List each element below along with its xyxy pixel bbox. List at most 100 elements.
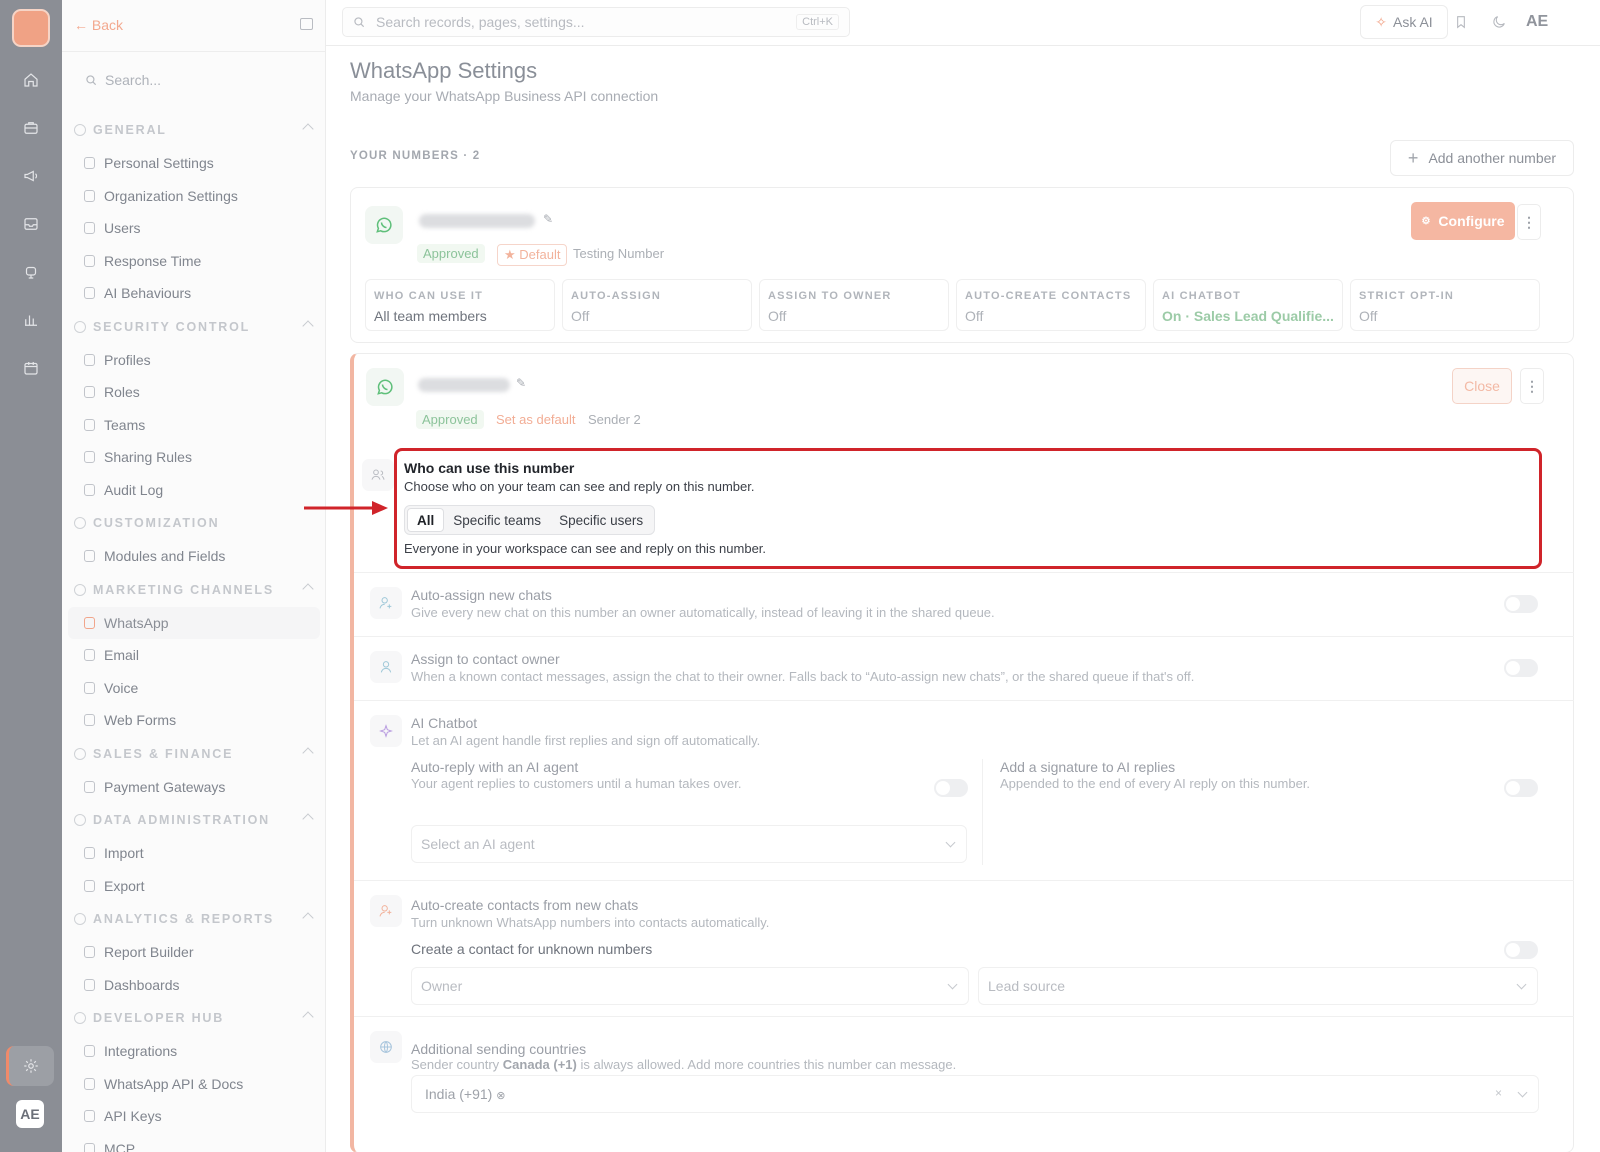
edit-pencil-icon[interactable]: ✎	[543, 212, 553, 226]
lead-source-select[interactable]: Lead source	[978, 967, 1538, 1005]
sidebar-item-voice[interactable]: Voice	[68, 672, 320, 705]
sidebar-item-mcp[interactable]: MCP	[68, 1133, 320, 1152]
back-link[interactable]: ← Back	[74, 17, 123, 33]
chevron-up-icon[interactable]	[302, 746, 314, 759]
global-search-input[interactable]: Search records, pages, settings... Ctrl+…	[342, 7, 850, 37]
sidebar-item-personal-settings[interactable]: Personal Settings	[68, 147, 320, 180]
chevron-up-icon[interactable]	[302, 1011, 314, 1023]
countries-title: Additional sending countries	[411, 1041, 587, 1057]
countries-desc: Sender country Canada (+1) is always all…	[411, 1057, 956, 1072]
configure-button[interactable]: ⚙ Configure	[1411, 202, 1515, 240]
home-icon[interactable]	[19, 68, 43, 92]
section-customization[interactable]: CUSTOMIZATION	[62, 506, 326, 540]
bookmark-icon[interactable]	[1452, 13, 1470, 31]
sidebar-item-integrations[interactable]: Integrations	[68, 1035, 320, 1068]
stat-key: STRICT OPT-IN	[1359, 290, 1455, 302]
edit-pencil-icon[interactable]: ✎	[516, 376, 526, 390]
section-icon	[74, 124, 86, 136]
sidebar-item-whatsapp[interactable]: WhatsApp	[68, 606, 320, 639]
sidebar-item-export[interactable]: Export	[68, 870, 320, 903]
sidebar-item-label: Web Forms	[104, 712, 177, 729]
access-option-all[interactable]: All	[407, 508, 445, 532]
access-option-specific-users[interactable]: Specific users	[550, 508, 652, 532]
close-button[interactable]: Close	[1452, 368, 1512, 404]
calendar-icon[interactable]	[19, 356, 43, 380]
sidebar-item-teams[interactable]: Teams	[68, 409, 320, 442]
megaphone-icon[interactable]	[19, 164, 43, 188]
section-analytics-and-reports[interactable]: ANALYTICS & REPORTS	[62, 902, 326, 936]
countries-multiselect[interactable]: India (+91) ⊗ ×	[411, 1075, 1539, 1113]
assign-owner-toggle[interactable]	[1504, 659, 1538, 677]
add-number-button[interactable]: + Add another number	[1390, 140, 1574, 176]
section-icon	[74, 1012, 86, 1024]
sidebar-item-email[interactable]: Email	[68, 639, 320, 672]
owner-select[interactable]: Owner	[411, 967, 969, 1005]
sidebar-item-api-keys[interactable]: API Keys	[68, 1100, 320, 1133]
robot-icon[interactable]	[19, 260, 43, 284]
section-general[interactable]: GENERAL	[62, 113, 326, 147]
ai-chatbot-desc: Let an AI agent handle first replies and…	[411, 733, 761, 748]
who-can-use-section: Who can use this number Choose who on yo…	[394, 448, 1542, 569]
remove-chip-icon[interactable]: ⊗	[496, 1090, 505, 1102]
sidebar-item-report-builder[interactable]: Report Builder	[68, 936, 320, 969]
item-icon	[84, 550, 95, 563]
sidebar-item-dashboards[interactable]: Dashboards	[68, 969, 320, 1002]
chevron-down-icon	[1517, 1087, 1528, 1098]
user-initials[interactable]: AE	[1526, 13, 1548, 31]
briefcase-icon[interactable]	[19, 116, 43, 140]
sidebar-item-whatsapp-api-and-docs[interactable]: WhatsApp API & Docs	[68, 1068, 320, 1101]
gear-icon[interactable]	[19, 1054, 43, 1078]
auto-create-toggle[interactable]	[1504, 941, 1538, 959]
section-data-administration[interactable]: DATA ADMINISTRATION	[62, 803, 326, 837]
stat-key: AUTO-ASSIGN	[571, 290, 662, 302]
inbox-icon[interactable]	[19, 212, 43, 236]
item-icon	[84, 681, 95, 694]
user-add-icon	[370, 895, 402, 927]
stat-key: ASSIGN TO OWNER	[768, 290, 892, 302]
sidebar-search-input[interactable]: Search...	[76, 62, 312, 98]
chart-icon[interactable]	[19, 308, 43, 332]
more-options-icon[interactable]: ⋮	[1520, 368, 1544, 404]
collapse-sidebar-icon[interactable]	[300, 18, 313, 30]
chevron-up-icon[interactable]	[302, 912, 314, 924]
user-avatar[interactable]: AE	[16, 1100, 44, 1128]
sidebar-item-sharing-rules[interactable]: Sharing Rules	[68, 441, 320, 474]
sidebar-item-roles[interactable]: Roles	[68, 376, 320, 409]
moon-icon[interactable]	[1490, 13, 1508, 31]
sidebar-item-modules-and-fields[interactable]: Modules and Fields	[68, 540, 320, 573]
chevron-up-icon[interactable]	[302, 582, 314, 595]
sidebar-item-import[interactable]: Import	[68, 837, 320, 870]
chevron-up-icon[interactable]	[302, 319, 314, 332]
phone-number-redacted	[419, 214, 535, 228]
clear-icon[interactable]: ×	[1495, 1086, 1502, 1100]
auto-reply-toggle[interactable]	[934, 779, 968, 797]
sidebar-item-users[interactable]: Users	[68, 212, 320, 245]
chevron-up-icon[interactable]	[302, 813, 314, 825]
item-icon	[84, 1142, 95, 1152]
sidebar-item-organization-settings[interactable]: Organization Settings	[68, 180, 320, 213]
app-logo[interactable]	[12, 9, 50, 47]
sidebar-item-ai-behaviours[interactable]: AI Behaviours	[68, 277, 320, 310]
sidebar-item-response-time[interactable]: Response Time	[68, 245, 320, 278]
number-name: Testing Number	[573, 246, 665, 261]
ai-agent-select[interactable]: Select an AI agent	[411, 825, 967, 863]
sidebar-item-payment-gateways[interactable]: Payment Gateways	[68, 771, 320, 804]
sidebar-item-audit-log[interactable]: Audit Log	[68, 474, 320, 507]
section-sales-and-finance[interactable]: SALES & FINANCE	[62, 737, 326, 771]
auto-assign-toggle[interactable]	[1504, 595, 1538, 613]
search-icon	[354, 17, 365, 28]
signature-toggle[interactable]	[1504, 779, 1538, 797]
chevron-up-icon[interactable]	[302, 123, 314, 135]
sidebar-item-profiles[interactable]: Profiles	[68, 344, 320, 377]
default-badge-label: Default	[519, 247, 561, 262]
more-options-icon[interactable]: ⋮	[1517, 204, 1541, 240]
section-developer-hub[interactable]: DEVELOPER HUB	[62, 1001, 326, 1035]
ask-ai-button[interactable]: ✧ Ask AI	[1360, 5, 1448, 39]
section-security-control[interactable]: SECURITY CONTROL	[62, 310, 326, 344]
access-option-specific-teams[interactable]: Specific teams	[444, 508, 550, 532]
item-icon	[84, 1045, 95, 1058]
set-default-link[interactable]: Set as default	[490, 410, 582, 429]
country-chip[interactable]: India (+91) ⊗	[421, 1086, 505, 1102]
section-marketing-channels[interactable]: MARKETING CHANNELS	[62, 573, 326, 607]
sidebar-item-web-forms[interactable]: Web Forms	[68, 704, 320, 737]
